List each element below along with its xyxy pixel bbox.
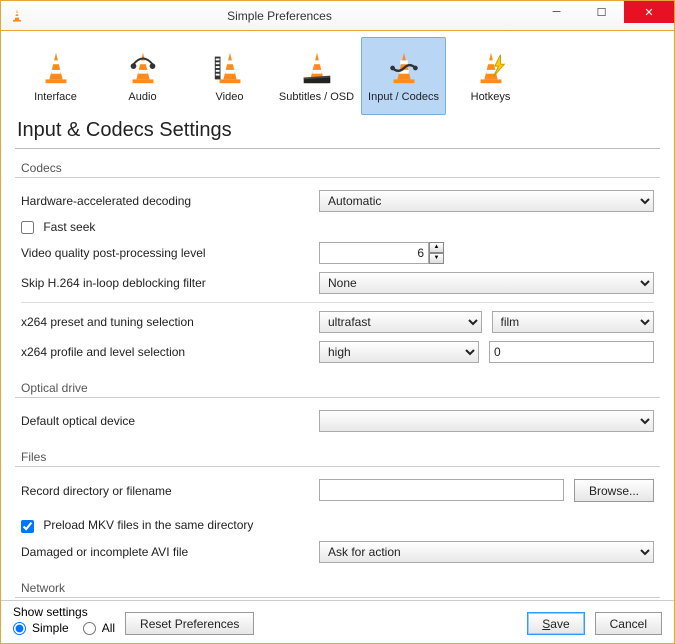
optical-legend: Optical drive	[15, 375, 660, 398]
cone-headphones-icon	[123, 49, 163, 87]
tab-label: Interface	[34, 91, 77, 103]
radio-all[interactable]	[83, 622, 96, 635]
record-dir-input[interactable]	[319, 479, 564, 501]
tab-video[interactable]: Video	[187, 37, 272, 115]
preload-mkv-checkbox-label[interactable]: Preload MKV files in the same directory	[21, 518, 253, 532]
tab-input-codecs[interactable]: Input / Codecs	[361, 37, 446, 115]
cone-bolt-icon	[471, 49, 511, 87]
tab-label: Hotkeys	[471, 91, 511, 103]
hw-decode-label: Hardware-accelerated decoding	[21, 194, 311, 208]
optical-group: Optical drive Default optical device	[15, 375, 660, 436]
browse-button[interactable]: Browse...	[574, 479, 654, 502]
fast-seek-checkbox-label[interactable]: Fast seek	[21, 220, 311, 234]
optical-device-label: Default optical device	[21, 414, 311, 428]
tab-subtitles[interactable]: Subtitles / OSD	[274, 37, 359, 115]
files-group: Files Record directory or filename Brows…	[15, 444, 660, 566]
maximize-button[interactable]: ☐	[579, 1, 624, 23]
settings-scroll-area[interactable]: Codecs Hardware-accelerated decoding Aut…	[1, 149, 674, 600]
codecs-group: Codecs Hardware-accelerated decoding Aut…	[15, 155, 660, 367]
cone-cable-icon	[384, 49, 424, 87]
network-legend: Network	[15, 575, 660, 598]
optical-device-select[interactable]	[319, 410, 654, 432]
preload-mkv-text: Preload MKV files in the same directory	[43, 518, 253, 532]
x264-profile-label: x264 profile and level selection	[21, 345, 311, 359]
cone-film-icon	[210, 49, 250, 87]
window-title: Simple Preferences	[25, 9, 534, 23]
x264-preset-select[interactable]: ultrafast	[319, 311, 482, 333]
cone-clapper-icon	[297, 49, 337, 87]
x264-preset-label: x264 preset and tuning selection	[21, 315, 311, 329]
record-dir-label: Record directory or filename	[21, 484, 311, 498]
cone-icon	[36, 49, 76, 87]
tab-interface[interactable]: Interface	[13, 37, 98, 115]
preferences-tabs: Interface Audio Video Subtitles / OSD In…	[1, 31, 674, 115]
skiploop-select[interactable]: None	[319, 272, 654, 294]
tab-label: Video	[216, 91, 244, 103]
bottom-bar: Show settings Simple All Reset Preferenc…	[1, 600, 674, 643]
tab-label: Audio	[128, 91, 156, 103]
network-group: Network Default caching policy Custom	[15, 575, 660, 600]
close-button[interactable]: ✕	[624, 1, 674, 23]
fast-seek-text: Fast seek	[43, 220, 95, 234]
x264-profile-select[interactable]: high	[319, 341, 479, 363]
reset-preferences-button[interactable]: Reset Preferences	[125, 612, 254, 635]
app-icon	[9, 8, 25, 24]
show-settings-label: Show settings	[13, 605, 115, 619]
tab-hotkeys[interactable]: Hotkeys	[448, 37, 533, 115]
titlebar: Simple Preferences ─ ☐ ✕	[1, 1, 674, 31]
damaged-avi-select[interactable]: Ask for action	[319, 541, 654, 563]
minimize-button[interactable]: ─	[534, 1, 579, 23]
postproc-label: Video quality post-processing level	[21, 246, 311, 260]
skiploop-label: Skip H.264 in-loop deblocking filter	[21, 276, 311, 290]
x264-level-input[interactable]	[489, 341, 654, 363]
hw-decode-select[interactable]: Automatic	[319, 190, 654, 212]
damaged-avi-label: Damaged or incomplete AVI file	[21, 545, 311, 559]
postproc-spin[interactable]	[319, 242, 429, 264]
cancel-button[interactable]: Cancel	[595, 612, 662, 635]
codecs-legend: Codecs	[15, 155, 660, 178]
radio-simple[interactable]	[13, 622, 26, 635]
tab-label: Subtitles / OSD	[279, 91, 354, 103]
tab-label: Input / Codecs	[368, 91, 439, 103]
tab-audio[interactable]: Audio	[100, 37, 185, 115]
files-legend: Files	[15, 444, 660, 467]
separator	[21, 302, 654, 303]
page-title: Input & Codecs Settings	[1, 115, 674, 148]
radio-simple-label[interactable]: Simple	[13, 621, 69, 635]
preload-mkv-checkbox[interactable]	[21, 520, 34, 533]
spin-down-icon[interactable]: ▼	[429, 253, 444, 264]
spin-up-icon[interactable]: ▲	[429, 242, 444, 253]
fast-seek-checkbox[interactable]	[21, 221, 34, 234]
radio-all-label[interactable]: All	[83, 621, 115, 635]
save-button[interactable]: Save	[527, 612, 584, 635]
x264-tune-select[interactable]: film	[492, 311, 655, 333]
